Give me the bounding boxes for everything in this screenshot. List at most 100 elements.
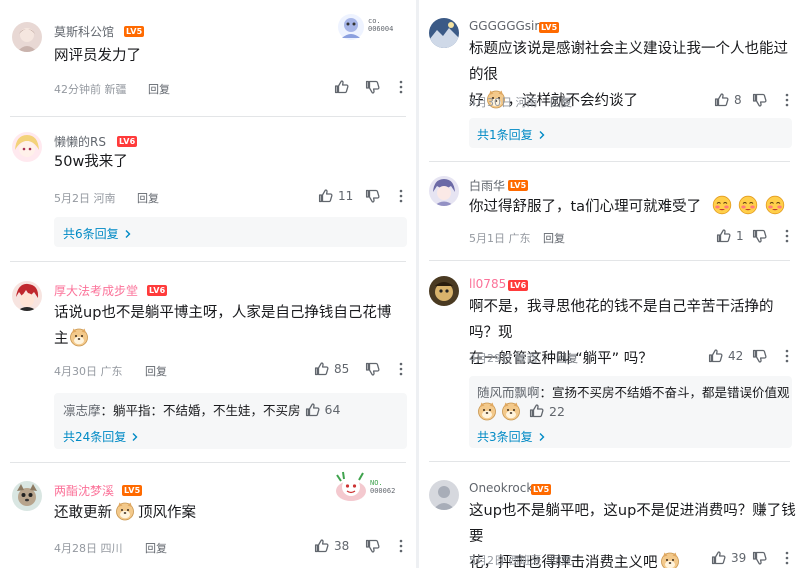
thumbs-up-icon (334, 79, 350, 95)
like-button[interactable]: 38 (314, 538, 349, 554)
reply-button[interactable]: 回复 (550, 94, 572, 110)
thumbs-up-icon (716, 228, 732, 244)
avatar[interactable] (12, 281, 42, 311)
reply-button[interactable]: 回复 (550, 552, 572, 568)
thumbs-down-icon (752, 228, 768, 244)
comment-text: 网评员发力了 (54, 48, 141, 64)
reply-button[interactable]: 回复 (145, 540, 167, 556)
level-badge: LV5 (531, 484, 552, 495)
comment-time: 4月30日 河南 (469, 96, 538, 109)
dislike-button[interactable] (365, 79, 381, 95)
reply-button[interactable]: 回复 (556, 350, 578, 366)
level-badge: LV5 (122, 485, 143, 496)
thumbs-up-icon (314, 538, 330, 554)
username[interactable]: 两酯沈梦溪 (54, 482, 114, 499)
reply-preview-box: 共6条回复 (54, 217, 407, 247)
thumbs-up-icon[interactable] (305, 402, 321, 418)
comment-text: 话说up也不是躺平博主呀，人家是自己挣钱自己花博 主 (54, 305, 392, 347)
avatar[interactable] (12, 132, 42, 162)
like-button[interactable]: 8 (714, 92, 742, 108)
more-options-icon[interactable] (394, 361, 408, 377)
comment-item: 莫斯科公馆 LV5 co. 006004 网评员发力了 42分钟前 新疆 回复 (0, 0, 416, 120)
username[interactable]: Oneokrock (469, 481, 533, 495)
level-badge: LV6 (147, 285, 168, 296)
comment-text: 你过得舒服了，ta们心理可就难受了 (469, 194, 785, 220)
level-badge: LV5 (124, 26, 145, 37)
dislike-button[interactable] (365, 188, 381, 204)
like-button[interactable]: 1 (716, 228, 744, 244)
comment-column-left: 莫斯科公馆 LV5 co. 006004 网评员发力了 42分钟前 新疆 回复 … (0, 0, 416, 568)
level-badge: LV6 (508, 280, 529, 291)
comment-item: 两酯沈梦溪 LV5 NO. 000062 还敢更新 顶风作案 4月28日 四川 回… (0, 463, 416, 568)
fan-badge-icon (338, 14, 364, 40)
dislike-button[interactable] (752, 228, 768, 244)
view-replies-link[interactable]: 共3条回复 (477, 428, 547, 445)
view-replies-link[interactable]: 共24条回复 (63, 428, 140, 445)
more-options-icon[interactable] (394, 79, 408, 95)
sub-reply-username[interactable]: 随风而飘啊 (477, 382, 540, 401)
username[interactable]: ll0785 (469, 277, 506, 291)
username[interactable]: 懒懒的RS (54, 133, 106, 150)
thumbs-up-icon[interactable] (529, 403, 545, 419)
more-options-icon[interactable] (394, 538, 408, 554)
dislike-button[interactable] (752, 550, 768, 566)
comment-column-right: GGGGGGsir LV5 标题应该说是感谢社会主义建设让我一个人也能过的很 好… (419, 0, 800, 568)
sub-reply-like-count: 22 (549, 403, 565, 419)
thumbs-down-icon (752, 550, 768, 566)
fan-badge-icon (336, 471, 366, 501)
dislike-button[interactable] (752, 92, 768, 108)
thumbs-up-icon (318, 188, 334, 204)
like-button[interactable]: 39 (711, 550, 746, 566)
avatar[interactable] (429, 276, 459, 306)
more-options-icon[interactable] (394, 188, 408, 204)
reply-button[interactable]: 回复 (543, 230, 565, 246)
divider (429, 260, 790, 261)
avatar[interactable] (429, 18, 459, 48)
comment-text: 还敢更新 顶风作案 (54, 500, 196, 526)
like-count: 85 (334, 362, 350, 376)
thumbs-down-icon (752, 92, 768, 108)
like-button[interactable]: 11 (318, 188, 353, 204)
username[interactable]: 莫斯科公馆 (54, 23, 114, 40)
reply-preview-box: 随风而飘啊 ：宣扬不买房不结婚不奋斗，都是错误价值观 22 共3条回复 (469, 376, 792, 448)
comment-item: 懒懒的RS LV6 50w我来了 5月2日 河南 回复 11 共6条回复 (0, 120, 416, 262)
doge-emoji-icon (477, 401, 497, 421)
like-count: 39 (731, 551, 747, 565)
comment-time: 4月28日 四川 (54, 542, 123, 555)
fan-badge (333, 469, 369, 507)
username[interactable]: 白雨华 (469, 177, 505, 194)
avatar[interactable] (12, 481, 42, 511)
thumbs-up-icon (314, 361, 330, 377)
reply-button[interactable]: 回复 (148, 81, 170, 97)
avatar[interactable] (429, 480, 459, 510)
username[interactable]: 厚大法考成步堂 (54, 282, 138, 299)
avatar[interactable] (12, 22, 42, 52)
thumbs-down-icon (365, 79, 381, 95)
dislike-button[interactable] (365, 538, 381, 554)
avatar[interactable] (429, 176, 459, 206)
like-button[interactable] (334, 79, 350, 95)
thumbs-up-icon (711, 550, 727, 566)
like-button[interactable]: 85 (314, 361, 349, 377)
reply-button[interactable]: 回复 (137, 190, 159, 206)
more-options-icon[interactable] (780, 550, 794, 566)
sub-reply: 凛志摩 ：躺平指：不结婚，不生娃，不买房 64 (63, 400, 340, 419)
dislike-button[interactable] (752, 348, 768, 364)
reply-button[interactable]: 回复 (145, 363, 167, 379)
sub-reply-username[interactable]: 凛志摩 (63, 400, 101, 419)
more-options-icon[interactable] (780, 228, 794, 244)
sub-reply-like-count: 64 (324, 402, 341, 417)
doge-emoji-icon (69, 327, 89, 347)
more-options-icon[interactable] (780, 92, 794, 108)
more-options-icon[interactable] (780, 348, 794, 364)
like-button[interactable]: 42 (708, 348, 743, 364)
dislike-button[interactable] (365, 361, 381, 377)
thumbs-up-icon (714, 92, 730, 108)
view-replies-link[interactable]: 共6条回复 (63, 225, 133, 242)
view-replies-link[interactable]: 共1条回复 (477, 126, 547, 143)
comment-time: 5月2日 西班牙 (469, 554, 542, 567)
fan-badge (336, 12, 366, 46)
comment-item: 厚大法考成步堂 LV6 话说up也不是躺平博主呀，人家是自己挣钱自己花博 主 4… (0, 263, 416, 463)
username[interactable]: GGGGGGsir (469, 19, 539, 33)
blush-emoji-icon (712, 195, 732, 215)
